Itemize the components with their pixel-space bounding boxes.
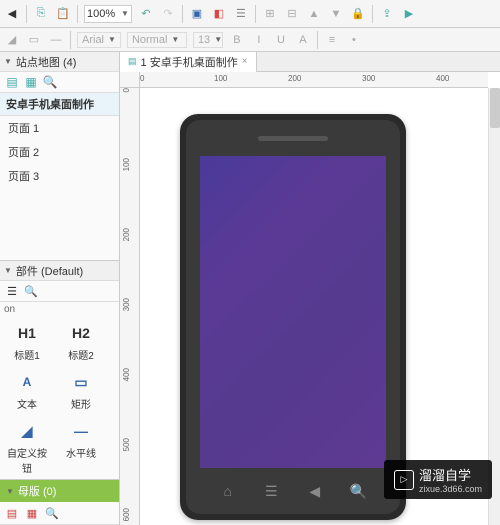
redo-icon[interactable]: ↷	[160, 6, 176, 22]
sitemap-header: ▼ 站点地图 (4)	[0, 52, 119, 72]
fontsize-select[interactable]: 13▼	[193, 32, 223, 48]
group-icon[interactable]: ⊞	[262, 6, 278, 22]
masters-header: ▼ 母版 (0)	[0, 479, 119, 502]
align-left-text-icon[interactable]: ≡	[324, 32, 340, 48]
border-icon[interactable]: ▭	[26, 32, 42, 48]
watermark-url: zixue.3d66.com	[419, 484, 482, 494]
main-toolbar: ◀ ⎘ 📋 100% ▼ ↶ ↷ ▣ ◧ ☰ ⊞ ⊟ ▲ ▼ 🔒 ⇪ ▶	[0, 0, 500, 28]
collapse-icon[interactable]: ▼	[4, 266, 12, 275]
widgets-title: 部件 (Default)	[16, 263, 83, 279]
sitemap-root[interactable]: 安卓手机桌面制作	[0, 93, 119, 116]
bold-icon[interactable]: B	[229, 32, 245, 48]
widget-h1[interactable]: H1 标题1	[4, 321, 50, 362]
preview-icon[interactable]: ▶	[401, 6, 417, 22]
caret-left-icon[interactable]: ◀	[4, 6, 20, 22]
phone-mockup[interactable]: ⌂ ☰ ◀ 🔍	[180, 114, 406, 520]
play-icon: ▷	[394, 470, 414, 490]
canvas-area: ▤ 1 安卓手机桌面制作 × 0 100 200 300 400 500 0 1…	[120, 52, 500, 525]
back-icon[interactable]: ▼	[328, 6, 344, 22]
master-folder-icon[interactable]: ▦	[24, 505, 40, 521]
lock-icon[interactable]: 🔒	[350, 6, 366, 22]
collapse-icon[interactable]: ▼	[6, 487, 14, 496]
ungroup-icon[interactable]: ⊟	[284, 6, 300, 22]
tab-label: 1 安卓手机桌面制作	[141, 54, 238, 70]
widget-menu-icon[interactable]: ☰	[4, 283, 20, 299]
widget-search-icon[interactable]: 🔍	[23, 283, 39, 299]
distribute-icon[interactable]: ☰	[233, 6, 249, 22]
widget-custom-btn[interactable]: ◢ 自定义按钮	[4, 419, 50, 475]
sitemap-page[interactable]: 页面 1	[0, 116, 119, 140]
chevron-down-icon: ▼	[121, 9, 129, 18]
ruler-corner	[120, 72, 140, 88]
master-search-icon[interactable]: 🔍	[44, 505, 60, 521]
widget-h2[interactable]: H2 标题2	[58, 321, 104, 362]
add-master-icon[interactable]: ▤	[4, 505, 20, 521]
sitemap-page[interactable]: 页面 2	[0, 140, 119, 164]
search-sitemap-icon[interactable]: 🔍	[42, 74, 58, 90]
page-icon: ▤	[128, 56, 137, 67]
underline-icon[interactable]: U	[273, 32, 289, 48]
line-icon[interactable]: —	[48, 32, 64, 48]
align-group-icon[interactable]: ▣	[189, 6, 205, 22]
widget-rect[interactable]: ▭ 矩形	[58, 370, 104, 411]
add-page-icon[interactable]: ▤	[4, 74, 20, 90]
watermark: ▷ 溜溜自学 zixue.3d66.com	[384, 460, 492, 499]
align-left-icon[interactable]: ◧	[211, 6, 227, 22]
italic-icon[interactable]: I	[251, 32, 267, 48]
phone-speaker	[258, 136, 328, 141]
ruler-vertical[interactable]: 0 100 200 300 400 500 600 700	[120, 88, 140, 525]
font-select[interactable]: Arial▼	[77, 32, 121, 48]
copy-icon[interactable]: ⎘	[33, 6, 49, 22]
fill-icon[interactable]: ◢	[4, 32, 20, 48]
document-tab[interactable]: ▤ 1 安卓手机桌面制作 ×	[120, 52, 257, 72]
widget-hline[interactable]: — 水平线	[58, 419, 104, 475]
left-panel: ▼ 站点地图 (4) ▤ ▦ 🔍 安卓手机桌面制作 页面 1 页面 2 页面 3…	[0, 52, 120, 525]
front-icon[interactable]: ▲	[306, 6, 322, 22]
collapse-icon[interactable]: ▼	[4, 57, 12, 66]
add-folder-icon[interactable]: ▦	[23, 74, 39, 90]
format-toolbar: ◢ ▭ — Arial▼ Normal▼ 13▼ B I U A ≡ •	[0, 28, 500, 52]
text-color-icon[interactable]: A	[295, 32, 311, 48]
close-icon[interactable]: ×	[242, 56, 248, 67]
ruler-horizontal[interactable]: 0 100 200 300 400 500	[140, 72, 488, 88]
watermark-brand: 溜溜自学	[419, 465, 482, 484]
publish-icon[interactable]: ⇪	[379, 6, 395, 22]
paste-icon[interactable]: 📋	[55, 6, 71, 22]
widget-category: on	[0, 302, 119, 317]
search-icon: 🔍	[349, 482, 367, 500]
style-select[interactable]: Normal▼	[127, 32, 187, 48]
sitemap-title: 站点地图 (4)	[16, 54, 77, 70]
scrollbar-thumb[interactable]	[490, 88, 500, 128]
bullet-icon[interactable]: •	[346, 32, 362, 48]
menu-icon: ☰	[262, 482, 280, 500]
widget-text[interactable]: A 文本	[4, 370, 50, 411]
sitemap-page[interactable]: 页面 3	[0, 164, 119, 188]
phone-screen	[200, 156, 386, 468]
undo-icon[interactable]: ↶	[138, 6, 154, 22]
zoom-select[interactable]: 100% ▼	[84, 5, 132, 23]
home-icon: ⌂	[219, 482, 237, 500]
widgets-header: ▼ 部件 (Default)	[0, 261, 119, 281]
masters-title: 母版 (0)	[18, 483, 57, 499]
back-icon: ◀	[306, 482, 324, 500]
